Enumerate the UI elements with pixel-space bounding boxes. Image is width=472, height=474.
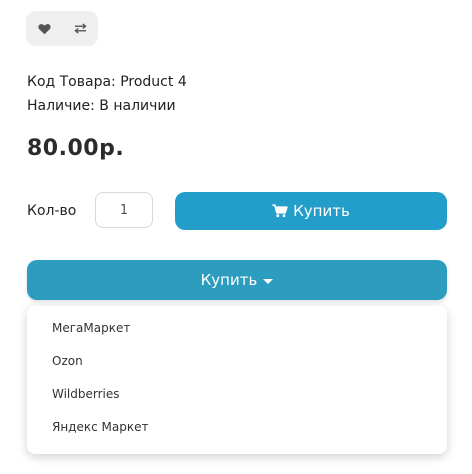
menu-item-wildberries[interactable]: Wildberries: [52, 386, 120, 402]
product-page: Код Товара: Product 4 Наличие: В наличии…: [0, 0, 472, 474]
menu-item-yandex-market[interactable]: Яндекс Маркет: [52, 419, 148, 435]
buy-button-label: Купить: [293, 202, 350, 220]
stock-status: Наличие: В наличии: [27, 98, 176, 114]
compare-button[interactable]: [62, 11, 98, 46]
wishlist-button[interactable]: [26, 11, 62, 46]
heart-icon: [37, 23, 51, 34]
marketplace-dropdown-toggle[interactable]: Купить: [27, 260, 447, 300]
product-price: 80.00р.: [27, 136, 125, 161]
caret-down-icon: [263, 278, 274, 284]
compare-arrows-icon: [73, 23, 87, 34]
menu-item-ozon[interactable]: Ozon: [52, 353, 83, 369]
marketplace-menu: МегаМаркет Ozon Wildberries Яндекс Марке…: [27, 306, 447, 454]
quantity-label: Кол-во: [27, 203, 77, 219]
marketplace-dropdown-label: Купить: [200, 271, 258, 289]
product-actions: [26, 11, 98, 46]
quantity-input[interactable]: [95, 192, 153, 228]
cart-icon: [272, 204, 288, 218]
menu-item-megamarket[interactable]: МегаМаркет: [52, 320, 130, 336]
buy-button[interactable]: Купить: [175, 192, 447, 230]
product-code: Код Товара: Product 4: [27, 74, 187, 90]
